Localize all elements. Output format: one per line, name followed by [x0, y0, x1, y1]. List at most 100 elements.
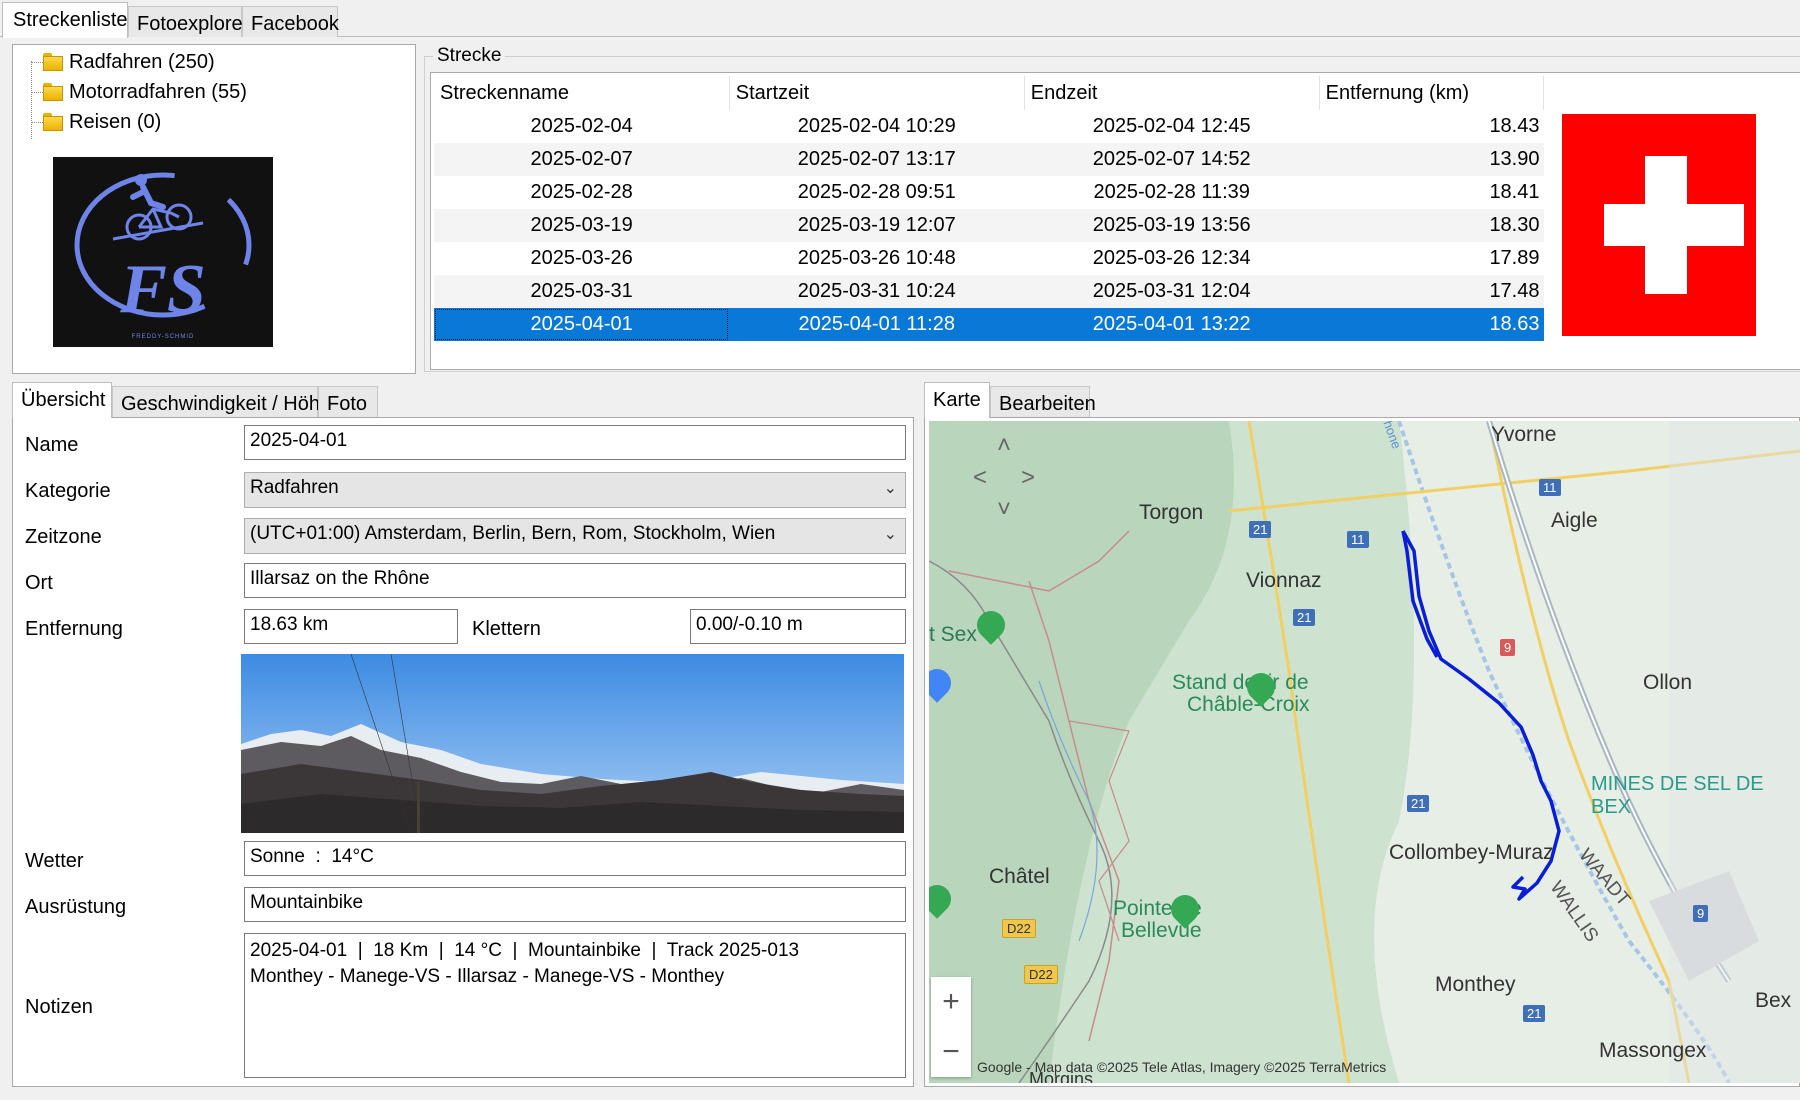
road-badge: 9 — [1693, 905, 1709, 922]
chevron-down-icon: ⌄ — [883, 480, 897, 497]
tree-item-motorradfahren[interactable]: Motorradfahren (55) — [27, 78, 247, 106]
table-cell: 17.48 — [1319, 275, 1544, 308]
table-cell: 13.90 — [1319, 143, 1544, 176]
road-badge: 11 — [1539, 479, 1561, 496]
map-label: Stand de tir de — [1172, 671, 1309, 694]
map-label: Châtel — [989, 865, 1050, 888]
swiss-flag-icon — [1562, 114, 1756, 336]
place-label: Ort — [25, 572, 53, 594]
mountain-photo-image — [241, 654, 904, 833]
map-label: Yvorne — [1491, 423, 1557, 446]
climb-label: Klettern — [472, 618, 541, 640]
table-cell: 2025-02-04 — [530, 115, 633, 137]
place-field[interactable]: Illarsaz on the Rhône — [244, 563, 906, 598]
table-cell: 2025-02-28 — [530, 181, 633, 203]
map-label: Châble-Croix — [1187, 693, 1310, 716]
name-label: Name — [25, 434, 79, 456]
road-badge: D22 — [1002, 919, 1036, 938]
road-badge: 21 — [1249, 521, 1272, 538]
zoom-out-button[interactable]: − — [934, 1035, 968, 1069]
map-label: Monthey — [1435, 973, 1516, 996]
track-group-title: Strecke — [433, 45, 506, 67]
table-cell: 2025-03-26 — [530, 247, 633, 269]
road-badge: 9 — [1500, 639, 1516, 656]
column-header-start[interactable]: Startzeit — [729, 76, 1025, 110]
map-label: Torgon — [1139, 501, 1204, 524]
zoom-in-button[interactable]: + — [934, 985, 968, 1019]
tree-item-reisen[interactable]: Reisen (0) — [27, 108, 161, 136]
table-cell: 18.41 — [1489, 181, 1540, 203]
pan-left-button[interactable]: ˂ — [963, 461, 997, 495]
tab-bearbeiten[interactable]: Bearbeiten — [990, 386, 1096, 418]
timezone-label: Zeitzone — [25, 526, 102, 548]
fs-logo: FS FREDDY-SCHMID — [53, 157, 273, 347]
table-cell: 2025-02-04 12:45 — [1092, 115, 1251, 137]
table-row[interactable]: 2025-02-04 2025-02-04 10:29 2025-02-04 1… — [434, 110, 1544, 143]
table-cell: 2025-03-26 12:34 — [1092, 247, 1251, 269]
map-label: Vionnaz — [1246, 569, 1322, 592]
table-cell: 2025-02-07 14:52 — [1024, 143, 1320, 176]
weather-label: Wetter — [25, 850, 84, 872]
table-cell: 2025-03-26 10:48 — [797, 247, 956, 269]
table-cell: 2025-02-28 11:39 — [1093, 181, 1250, 203]
equipment-label: Ausrüstung — [25, 896, 127, 918]
timezone-select[interactable]: (UTC+01:00) Amsterdam, Berlin, Bern, Rom… — [244, 518, 906, 554]
climb-field[interactable]: 0.00/-0.10 m — [690, 609, 906, 644]
road-badge: 11 — [1347, 531, 1369, 548]
column-header-end[interactable]: Endzeit — [1024, 76, 1320, 110]
name-field[interactable]: 2025-04-01 — [244, 425, 906, 460]
table-cell: 18.63 — [1319, 308, 1544, 341]
map-label: t Sex — [929, 623, 977, 646]
chevron-down-icon: ⌄ — [883, 526, 897, 543]
table-cell: 2025-03-31 12:04 — [1024, 275, 1320, 308]
table-cell: 17.89 — [1489, 247, 1540, 269]
table-row[interactable]: 2025-03-26 2025-03-26 10:48 2025-03-26 1… — [434, 242, 1544, 275]
table-row[interactable]: 2025-02-28 2025-02-28 09:51 2025-02-28 1… — [434, 176, 1544, 209]
distance-label: Entfernung — [25, 618, 123, 640]
tab-uebersicht[interactable]: Übersicht — [12, 382, 112, 418]
pan-up-button[interactable]: ˄ — [987, 429, 1021, 463]
table-cell: 2025-02-28 09:51 — [797, 181, 956, 203]
table-cell: 2025-04-01 — [434, 308, 730, 341]
tab-fotoexplorer[interactable]: Fotoexplorer — [128, 6, 249, 37]
table-cell: 2025-02-07 13:17 — [729, 143, 1025, 176]
tree-item-radfahren[interactable]: Radfahren (250) — [27, 48, 215, 76]
timezone-value: (UTC+01:00) Amsterdam, Berlin, Bern, Rom… — [250, 523, 776, 544]
weather-field[interactable]: Sonne : 14°C — [244, 841, 906, 876]
notes-textarea[interactable]: 2025-04-01 | 18 Km | 14 °C | Mountainbik… — [244, 933, 906, 1078]
map-label: Aigle — [1551, 509, 1598, 532]
table-row[interactable]: 2025-03-31 2025-03-31 10:24 2025-03-31 1… — [434, 275, 1544, 308]
column-header-distance[interactable]: Entfernung (km) — [1319, 76, 1545, 110]
equipment-field[interactable]: Mountainbike — [244, 887, 906, 922]
map-label: Collombey-Muraz — [1389, 841, 1554, 864]
road-badge: 21 — [1293, 609, 1316, 626]
status-strip — [0, 1088, 1800, 1100]
map-label: Ollon — [1643, 671, 1693, 694]
tab-streckenliste[interactable]: Streckenliste — [2, 2, 128, 38]
tab-foto[interactable]: Foto — [318, 386, 378, 418]
category-select[interactable]: Radfahren ⌄ — [244, 472, 906, 508]
column-header-name[interactable]: Streckenname — [434, 76, 730, 110]
svg-text:FS: FS — [119, 251, 206, 328]
table-cell: 2025-03-19 12:07 — [729, 209, 1025, 242]
pan-down-button[interactable]: ˅ — [987, 493, 1021, 527]
notes-label: Notizen — [25, 996, 93, 1018]
svg-text:FREDDY-SCHMID: FREDDY-SCHMID — [132, 334, 195, 340]
road-badge: D22 — [1024, 965, 1058, 984]
table-row[interactable]: 2025-02-07 2025-02-07 13:17 2025-02-07 1… — [434, 143, 1544, 176]
flag-cross-horizontal — [1604, 204, 1744, 246]
table-cell: 18.30 — [1319, 209, 1544, 242]
tab-geschwindigkeit-hoehe[interactable]: Geschwindigkeit / Höhe — [112, 386, 331, 418]
tab-facebook[interactable]: Facebook — [242, 6, 339, 37]
table-cell: 2025-02-04 10:29 — [797, 115, 956, 137]
table-cell: 2025-03-19 13:56 — [1024, 209, 1320, 242]
map-view[interactable]: Yvorne Torgon Aigle Vionnaz t Sex Stand … — [929, 421, 1800, 1083]
distance-field[interactable]: 18.63 km — [244, 609, 458, 644]
cyclist-logo-image: FS FREDDY-SCHMID — [73, 171, 253, 340]
tree-item-label: Motorradfahren (55) — [69, 80, 247, 103]
table-row[interactable]: 2025-03-19 2025-03-19 12:07 2025-03-19 1… — [434, 209, 1544, 242]
table-row-selected[interactable]: 2025-04-01 2025-04-01 11:28 2025-04-01 1… — [434, 308, 1544, 341]
tab-karte[interactable]: Karte — [924, 382, 990, 418]
category-label: Kategorie — [25, 480, 111, 502]
pan-right-button[interactable]: ˃ — [1011, 461, 1045, 495]
